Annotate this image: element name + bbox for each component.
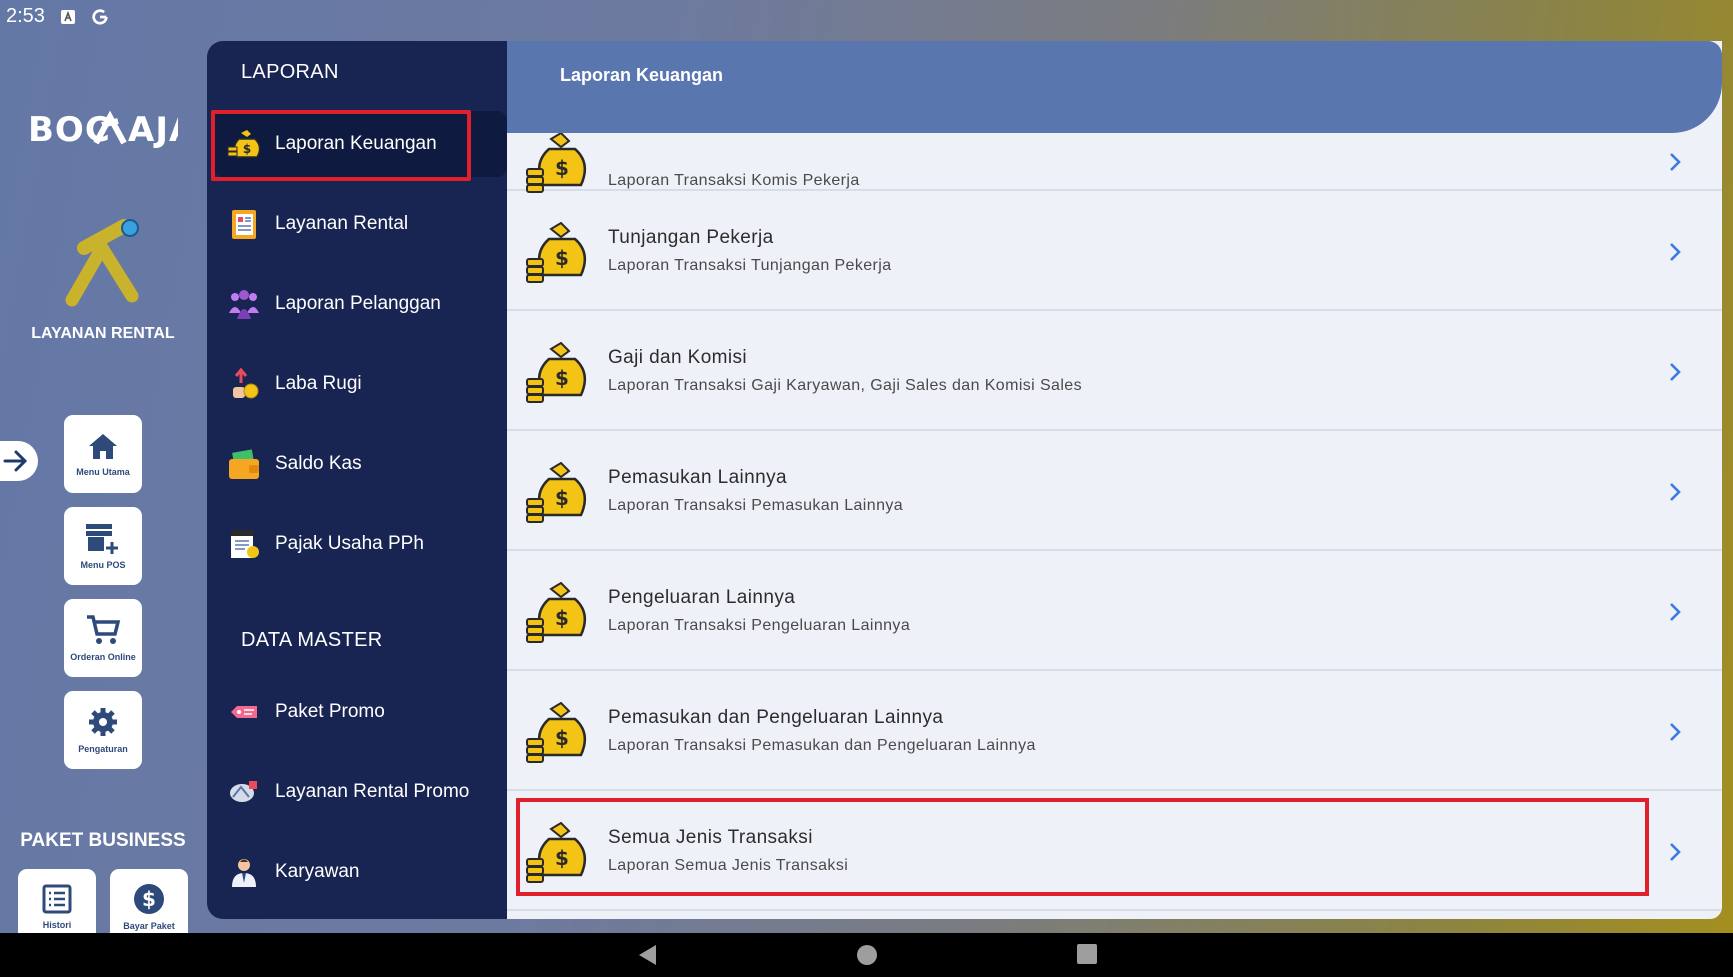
recents-icon[interactable] xyxy=(1076,943,1098,965)
menu-item-layanan-rental[interactable]: Layanan Rental xyxy=(213,191,507,257)
row-title: Pengeluaran Lainnya xyxy=(608,587,796,608)
row-subtitle: Laporan Transaksi Pemasukan Lainnya xyxy=(608,497,904,514)
status-time: 2:53 xyxy=(6,5,45,27)
menu-utama-label: Menu Utama xyxy=(76,467,130,477)
list-item-pemasukan-lainnya[interactable]: $ Pemasukan Lainnya Laporan Transaksi Pe… xyxy=(507,433,1722,551)
svg-text:$: $ xyxy=(142,887,156,911)
bayar-paket-label: Bayar Paket xyxy=(123,921,175,931)
svg-text:$: $ xyxy=(555,246,569,270)
app-logo: BOC AJA xyxy=(28,103,195,155)
expand-rail-button[interactable] xyxy=(0,441,38,481)
svg-text:AJA: AJA xyxy=(128,110,178,150)
back-icon[interactable] xyxy=(636,943,658,967)
menu-label: Saldo Kas xyxy=(275,453,362,474)
row-subtitle: Laporan Transaksi Pengeluaran Lainnya xyxy=(608,617,911,634)
svg-text:$: $ xyxy=(555,366,569,390)
row-title: Pemasukan Lainnya xyxy=(608,467,787,488)
row-title: Gaji dan Komisi xyxy=(608,347,748,368)
chevron-right-icon xyxy=(1670,723,1681,741)
list-item-pengeluaran-lainnya[interactable]: $ Pengeluaran Lainnya Laporan Transaksi … xyxy=(507,553,1722,671)
money-bag-icon: $ xyxy=(526,221,587,283)
report-icon xyxy=(227,207,261,241)
app-name: LAYANAN RENTAL xyxy=(31,325,175,342)
home-icon xyxy=(89,434,117,459)
chevron-right-icon xyxy=(1670,153,1681,171)
menu-label: Layanan Rental xyxy=(275,213,409,234)
list-icon xyxy=(42,884,72,914)
rental-hammer-icon xyxy=(62,218,144,308)
chevron-right-icon xyxy=(1670,843,1681,861)
list-item-pemasukan-pengeluaran[interactable]: $ Pemasukan dan Pengeluaran Lainnya Lapo… xyxy=(507,673,1722,791)
row-subtitle: Laporan Transaksi Gaji Karyawan, Gaji Sa… xyxy=(608,377,1082,394)
menu-utama-button[interactable]: Menu Utama xyxy=(64,415,142,493)
section-data-master: DATA MASTER xyxy=(241,629,383,651)
highlight-box-row xyxy=(516,798,1649,896)
histori-label: Histori xyxy=(42,920,72,930)
menu-pos-button[interactable]: Menu POS xyxy=(64,507,142,585)
chevron-right-icon xyxy=(1670,603,1681,621)
store-add-icon xyxy=(86,524,118,554)
menu-item-layanan-rental-promo[interactable]: Layanan Rental Promo xyxy=(213,759,507,825)
employee-icon xyxy=(227,855,261,889)
chevron-right-icon xyxy=(1670,483,1681,501)
dollar-icon: $ xyxy=(134,884,164,914)
menu-label: Laba Rugi xyxy=(275,373,362,394)
menu-item-paket-promo[interactable]: Paket Promo xyxy=(213,679,507,745)
menu-label: Layanan Rental Promo xyxy=(275,781,470,802)
list-item-gaji-komisi[interactable]: $ Gaji dan Komisi Laporan Transaksi Gaji… xyxy=(507,313,1722,431)
menu-item-saldo-kas[interactable]: Saldo Kas xyxy=(213,431,507,497)
chevron-right-icon xyxy=(1670,243,1681,261)
menu-pos-label: Menu POS xyxy=(80,560,126,570)
money-bag-icon: $ xyxy=(526,581,587,643)
menu-item-laporan-pelanggan[interactable]: Laporan Pelanggan xyxy=(213,271,507,337)
promo-service-icon xyxy=(227,775,261,809)
row-subtitle: Laporan Transaksi Tunjangan Pekerja xyxy=(608,257,892,274)
menu-label: Paket Promo xyxy=(275,701,385,722)
row-subtitle: Laporan Transaksi Pemasukan dan Pengelua… xyxy=(608,737,1036,754)
menu-item-karyawan[interactable]: Karyawan xyxy=(213,839,507,905)
orderan-online-button[interactable]: Orderan Online xyxy=(64,599,142,677)
orderan-online-label: Orderan Online xyxy=(70,652,136,662)
pengaturan-button[interactable]: Pengaturan xyxy=(64,691,142,769)
font-a-icon xyxy=(59,8,77,26)
tax-icon xyxy=(227,527,261,561)
svg-text:$: $ xyxy=(555,726,569,750)
chevron-right-icon xyxy=(1670,363,1681,381)
money-bag-icon: $ xyxy=(526,131,587,193)
menu-item-pajak-usaha[interactable]: Pajak Usaha PPh xyxy=(213,511,507,577)
left-rail: BOC AJA LAYANAN RENTAL Menu Utama Menu P… xyxy=(0,33,206,945)
google-icon xyxy=(91,8,109,26)
menu-label: Karyawan xyxy=(275,861,360,882)
row-title: Tunjangan Pekerja xyxy=(608,227,774,248)
money-bag-icon: $ xyxy=(526,701,587,763)
report-list-panel: Laporan Keuangan $ Laporan Transaksi Kom… xyxy=(507,41,1722,919)
pengaturan-label: Pengaturan xyxy=(78,744,128,754)
promo-tag-icon xyxy=(227,695,261,729)
status-bar: 2:53 xyxy=(0,0,1733,33)
row-subtitle: Laporan Transaksi Komis Pekerja xyxy=(608,172,860,189)
svg-text:$: $ xyxy=(555,156,569,180)
profit-icon xyxy=(227,367,261,401)
home-nav-icon[interactable] xyxy=(855,943,879,967)
section-laporan: LAPORAN xyxy=(241,61,339,83)
menu-item-laba-rugi[interactable]: Laba Rugi xyxy=(213,351,507,417)
gear-icon xyxy=(89,708,117,736)
content-header: Laporan Keuangan xyxy=(507,41,1722,133)
wallet-icon xyxy=(227,447,261,481)
system-nav-bar xyxy=(0,933,1733,977)
svg-text:$: $ xyxy=(555,606,569,630)
menu-label: Pajak Usaha PPh xyxy=(275,533,424,554)
money-bag-icon: $ xyxy=(526,341,587,403)
page-title: Laporan Keuangan xyxy=(560,65,724,85)
money-bag-icon: $ xyxy=(526,461,587,523)
svg-text:$: $ xyxy=(555,486,569,510)
customers-icon xyxy=(227,287,261,321)
menu-label: Laporan Pelanggan xyxy=(275,293,441,314)
highlight-box-menu xyxy=(211,110,471,181)
paket-business-title: PAKET BUSINESS xyxy=(20,830,186,851)
list-item-tunjangan-pekerja[interactable]: $ Tunjangan Pekerja Laporan Transaksi Tu… xyxy=(507,193,1722,311)
row-title: Pemasukan dan Pengeluaran Lainnya xyxy=(608,707,944,728)
arrow-right-icon xyxy=(3,450,28,472)
cart-icon xyxy=(87,615,121,644)
